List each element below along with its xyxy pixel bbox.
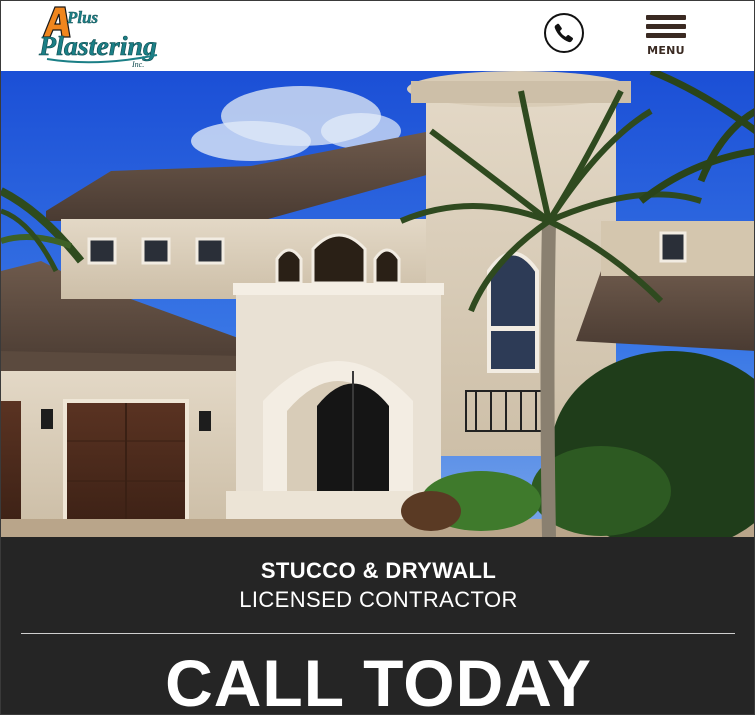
hero-image: [1, 71, 754, 537]
services-heading: STUCCO & DRYWALL: [260, 558, 497, 583]
site-header: Plus Plastering Inc. MENU: [1, 1, 754, 71]
call-today-cta[interactable]: CALL TODAY: [1, 645, 754, 714]
license-subheading: LICENSED CONTRACTOR: [239, 587, 518, 612]
phone-icon: [554, 23, 574, 43]
phone-call-button[interactable]: [544, 13, 584, 53]
svg-text:Plastering: Plastering: [38, 31, 157, 61]
menu-button[interactable]: MENU: [643, 15, 689, 59]
svg-text:Inc.: Inc.: [131, 60, 144, 69]
page-frame: Plus Plastering Inc. MENU STUCCO & DRYWA…: [0, 0, 755, 715]
menu-label: MENU: [647, 44, 685, 57]
svg-text:Plus: Plus: [66, 8, 99, 27]
divider: [21, 633, 735, 634]
company-logo[interactable]: Plus Plastering Inc.: [37, 3, 163, 69]
